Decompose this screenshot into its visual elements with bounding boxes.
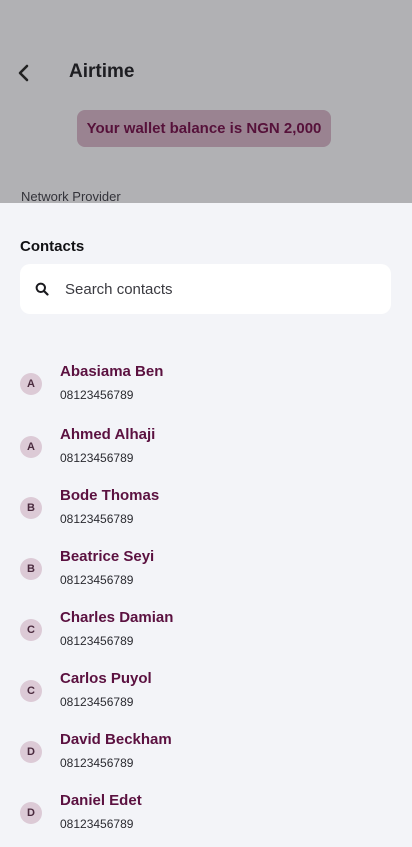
contact-avatar: B — [20, 558, 42, 580]
contact-name: Abasiama Ben — [60, 363, 164, 380]
search-input[interactable] — [65, 280, 391, 298]
contact-name: Carlos Puyol — [60, 670, 152, 687]
contact-name: Beatrice Seyi — [60, 548, 155, 565]
contact-phone: 08123456789 — [60, 451, 134, 465]
contact-item[interactable]: B Bode Thomas 08123456789 — [0, 487, 412, 537]
contacts-bottom-sheet: Contacts A Abasiama Ben 08123456789 A Ah… — [0, 203, 412, 847]
contact-avatar: A — [20, 373, 42, 395]
contact-name: David Beckham — [60, 731, 172, 748]
search-box[interactable] — [20, 264, 391, 314]
contact-item[interactable]: D Daniel Edet 08123456789 — [0, 792, 412, 842]
contact-item[interactable]: C Charles Damian 08123456789 — [0, 609, 412, 659]
contact-name: Bode Thomas — [60, 487, 160, 504]
sheet-title: Contacts — [20, 238, 85, 255]
contact-phone: 08123456789 — [60, 512, 134, 526]
contact-phone: 08123456789 — [60, 573, 134, 587]
contact-phone: 08123456789 — [60, 388, 134, 402]
contact-item[interactable]: B Beatrice Seyi 08123456789 — [0, 548, 412, 598]
contact-name: Daniel Edet — [60, 792, 142, 809]
search-icon — [35, 282, 49, 296]
contact-avatar: C — [20, 680, 42, 702]
contact-name: Charles Damian — [60, 609, 174, 626]
wallet-balance-badge: Your wallet balance is NGN 2,000 — [77, 110, 331, 147]
contact-name: Ahmed Alhaji — [60, 426, 156, 443]
chevron-left-icon — [18, 64, 29, 82]
back-button[interactable] — [12, 61, 34, 85]
contact-phone: 08123456789 — [60, 634, 134, 648]
dimmed-background-page[interactable]: Airtime Your wallet balance is NGN 2,000… — [0, 0, 412, 203]
contact-item[interactable]: C Carlos Puyol 08123456789 — [0, 670, 412, 720]
contact-item[interactable]: D David Beckham 08123456789 — [0, 731, 412, 781]
contact-phone: 08123456789 — [60, 695, 134, 709]
contact-item[interactable]: A Ahmed Alhaji 08123456789 — [0, 426, 412, 476]
contact-avatar: D — [20, 802, 42, 824]
contact-item[interactable]: A Abasiama Ben 08123456789 — [0, 363, 412, 413]
airtime-screen: Airtime Your wallet balance is NGN 2,000… — [0, 0, 412, 847]
page-title: Airtime — [69, 61, 135, 82]
contact-avatar: D — [20, 741, 42, 763]
network-provider-label: Network Provider — [21, 189, 121, 203]
contact-avatar: A — [20, 436, 42, 458]
contact-phone: 08123456789 — [60, 756, 134, 770]
contact-phone: 08123456789 — [60, 817, 134, 831]
contact-avatar: B — [20, 497, 42, 519]
contact-avatar: C — [20, 619, 42, 641]
